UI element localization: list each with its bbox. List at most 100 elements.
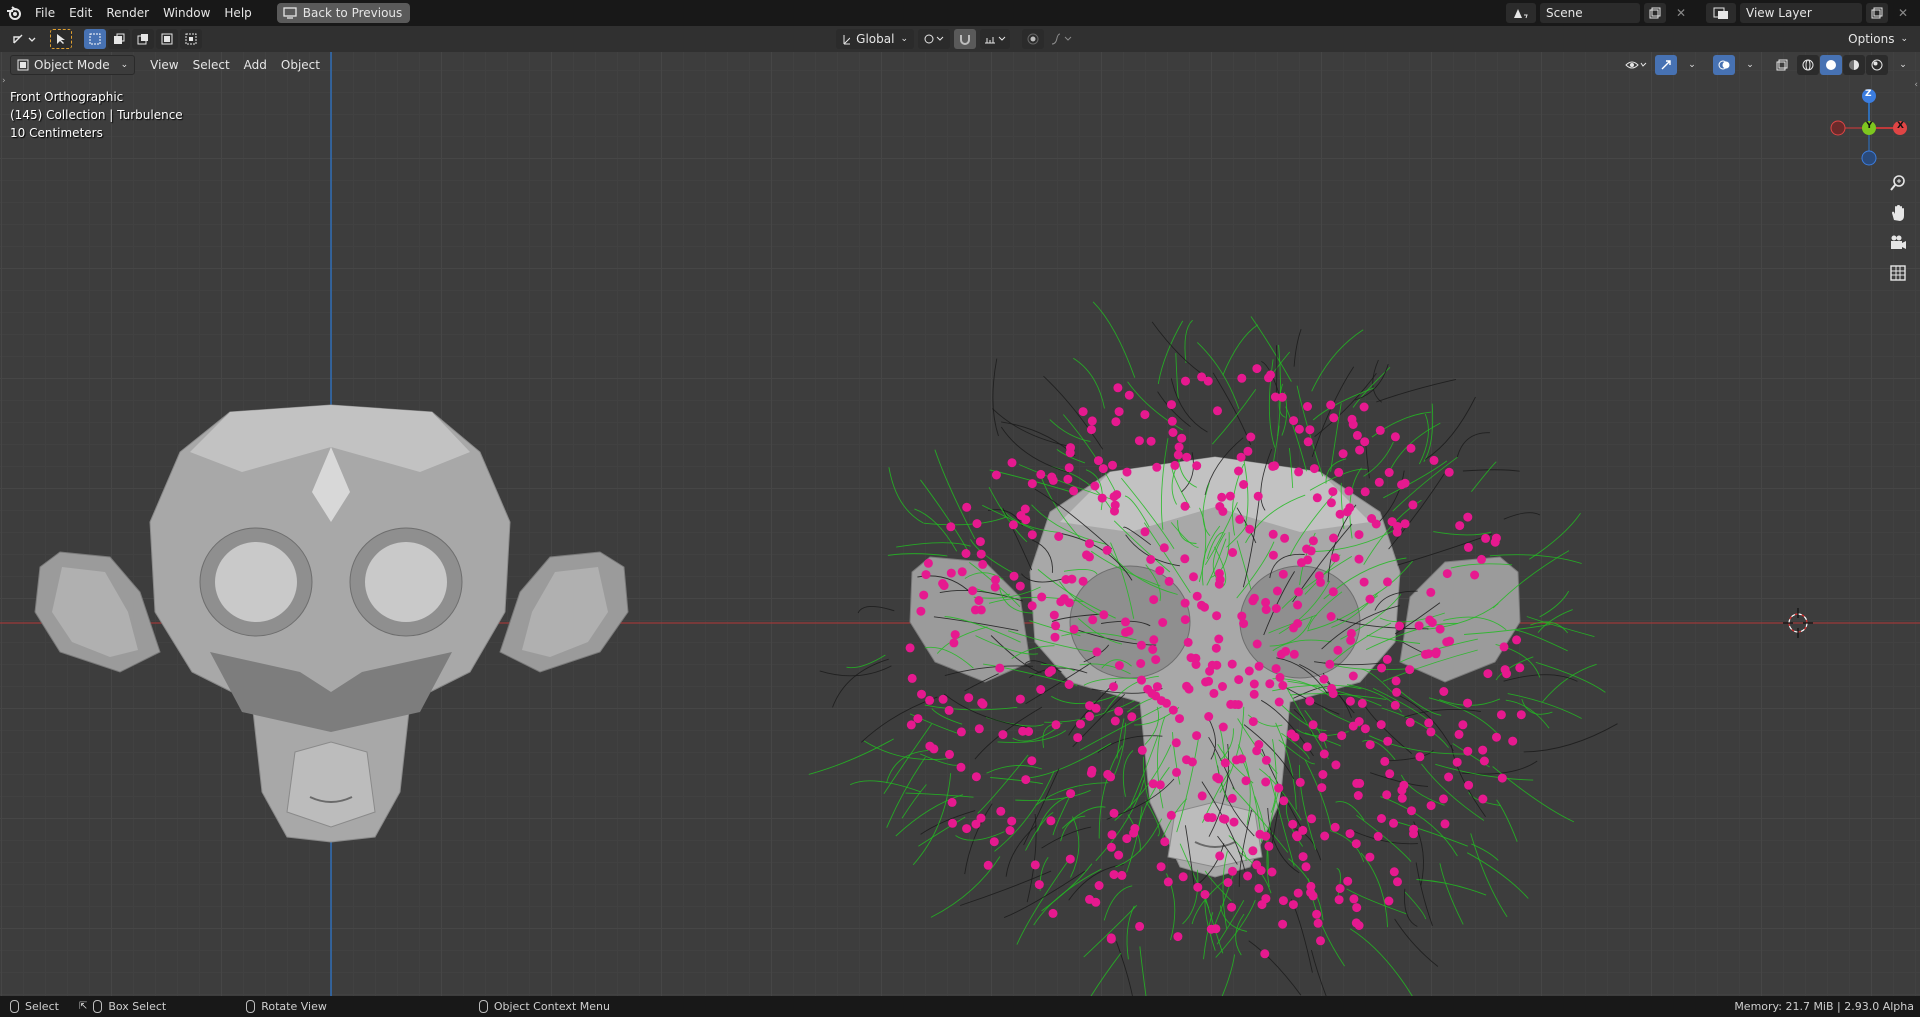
3d-viewport[interactable]: Z Y X Object Mode ⌄ View Select Add Obje… bbox=[0, 52, 1920, 996]
particle-point bbox=[1384, 468, 1394, 477]
hair-strand bbox=[1184, 319, 1193, 364]
menu-help[interactable]: Help bbox=[217, 0, 258, 26]
hair-strand bbox=[1043, 375, 1104, 450]
particle-point bbox=[1464, 780, 1474, 790]
xray-toggle-button[interactable] bbox=[1771, 55, 1793, 75]
particle-point bbox=[1254, 883, 1264, 893]
particle-point bbox=[970, 605, 980, 615]
viewport-menu-view[interactable]: View bbox=[143, 55, 185, 75]
particle-point bbox=[925, 741, 935, 751]
particle-point bbox=[946, 522, 956, 532]
pan-view-button[interactable] bbox=[1884, 200, 1912, 226]
particle-point bbox=[1256, 866, 1266, 875]
back-to-previous-button[interactable]: Back to Previous bbox=[276, 3, 411, 23]
sidebar-toggle-icon[interactable]: ‹ bbox=[1914, 80, 1918, 90]
camera-icon bbox=[1891, 235, 1906, 249]
overlays-toggle-button[interactable] bbox=[1713, 55, 1735, 75]
orientation-value: Global bbox=[856, 32, 895, 46]
editor-type-button[interactable] bbox=[8, 29, 40, 49]
particle-point bbox=[1328, 587, 1338, 597]
particle-point bbox=[1463, 746, 1473, 756]
delete-view-layer-button[interactable]: ✕ bbox=[1892, 3, 1914, 23]
blender-logo-icon[interactable] bbox=[0, 5, 28, 21]
camera-view-button[interactable] bbox=[1884, 230, 1912, 256]
select-tool-button[interactable] bbox=[50, 29, 72, 49]
zoom-view-button[interactable] bbox=[1884, 170, 1912, 196]
view-layer-browse-button[interactable] bbox=[1706, 3, 1736, 23]
ortho-persp-toggle-button[interactable] bbox=[1884, 260, 1912, 286]
particle-point bbox=[1360, 487, 1370, 497]
select-subtract-button[interactable] bbox=[132, 29, 154, 49]
particle-point bbox=[1245, 524, 1255, 534]
select-intersect-button[interactable] bbox=[180, 29, 202, 49]
particle-point bbox=[974, 724, 984, 734]
menu-file[interactable]: File bbox=[28, 0, 62, 26]
transform-orientation-dropdown[interactable]: Global ⌄ bbox=[836, 29, 914, 49]
particle-point bbox=[1426, 727, 1436, 737]
toolbar-toggle-icon[interactable]: › bbox=[2, 76, 6, 86]
overlays-dropdown[interactable]: ⌄ bbox=[1739, 55, 1761, 75]
delete-scene-button[interactable]: ✕ bbox=[1670, 3, 1692, 23]
viewport-menu-add[interactable]: Add bbox=[237, 55, 274, 75]
particle-point bbox=[948, 818, 957, 828]
menu-edit[interactable]: Edit bbox=[62, 0, 99, 26]
select-invert-button[interactable] bbox=[156, 29, 178, 49]
gizmo-neg-z-axis[interactable] bbox=[1861, 150, 1877, 166]
wireframe-shading-button[interactable] bbox=[1797, 55, 1819, 75]
grid-scale: 10 Centimeters bbox=[10, 126, 103, 140]
proportional-falloff-dropdown[interactable] bbox=[1048, 29, 1076, 49]
object-mode-dropdown[interactable]: Object Mode ⌄ bbox=[10, 55, 136, 75]
gizmo-toggle-button[interactable] bbox=[1655, 55, 1677, 75]
particle-point bbox=[917, 689, 926, 699]
view-layer-field[interactable]: View Layer bbox=[1740, 3, 1862, 23]
shading-dropdown[interactable]: ⌄ bbox=[1892, 55, 1914, 75]
rendered-shading-button[interactable] bbox=[1866, 55, 1888, 75]
particle-point bbox=[1136, 640, 1146, 650]
particle-point bbox=[1246, 432, 1256, 442]
particle-point bbox=[925, 695, 935, 705]
particle-point bbox=[1377, 663, 1387, 673]
suzanne-mesh-left[interactable] bbox=[34, 404, 629, 843]
particle-point bbox=[1298, 825, 1308, 835]
hair-strand bbox=[1083, 904, 1138, 958]
snap-target-dropdown[interactable] bbox=[980, 29, 1010, 49]
new-view-layer-button[interactable] bbox=[1866, 3, 1888, 23]
particle-point bbox=[944, 705, 954, 715]
particle-point bbox=[1209, 688, 1219, 698]
scene-browse-button[interactable] bbox=[1506, 3, 1536, 23]
particle-point bbox=[1435, 624, 1445, 634]
select-new-button[interactable] bbox=[84, 29, 106, 49]
particle-point bbox=[1177, 433, 1187, 443]
gizmo-neg-x-axis[interactable] bbox=[1830, 120, 1846, 136]
particle-point bbox=[1135, 921, 1145, 931]
particle-point bbox=[1106, 934, 1116, 944]
screen-icon bbox=[283, 7, 297, 19]
gizmo-dropdown[interactable]: ⌄ bbox=[1681, 55, 1703, 75]
particle-point bbox=[946, 568, 956, 578]
snap-toggle-button[interactable] bbox=[954, 29, 976, 49]
particle-point bbox=[1347, 414, 1357, 424]
pivot-point-dropdown[interactable] bbox=[918, 29, 950, 49]
scene-name-field[interactable]: Scene bbox=[1540, 3, 1640, 23]
visibility-dropdown[interactable] bbox=[1621, 55, 1651, 75]
viewport-menu-object[interactable]: Object bbox=[274, 55, 327, 75]
mouse-right-icon bbox=[478, 1000, 488, 1013]
menu-window[interactable]: Window bbox=[156, 0, 217, 26]
material-preview-button[interactable] bbox=[1843, 55, 1865, 75]
solid-shading-button[interactable] bbox=[1820, 55, 1842, 75]
particle-point bbox=[1065, 854, 1075, 864]
particle-point bbox=[1237, 373, 1247, 383]
options-dropdown[interactable]: Options ⌄ bbox=[1842, 29, 1914, 49]
proportional-editing-button[interactable] bbox=[1022, 29, 1044, 49]
new-scene-button[interactable] bbox=[1644, 3, 1666, 23]
menu-render[interactable]: Render bbox=[99, 0, 156, 26]
particle-point bbox=[1393, 877, 1402, 887]
scene-icon bbox=[1514, 9, 1528, 19]
particle-point bbox=[1197, 791, 1207, 801]
hair-strand bbox=[1290, 899, 1313, 973]
viewport-menu-select[interactable]: Select bbox=[186, 55, 237, 75]
particle-point bbox=[1406, 443, 1416, 453]
particle-point bbox=[1385, 769, 1395, 779]
particle-point bbox=[1400, 478, 1410, 488]
select-extend-button[interactable] bbox=[108, 29, 130, 49]
